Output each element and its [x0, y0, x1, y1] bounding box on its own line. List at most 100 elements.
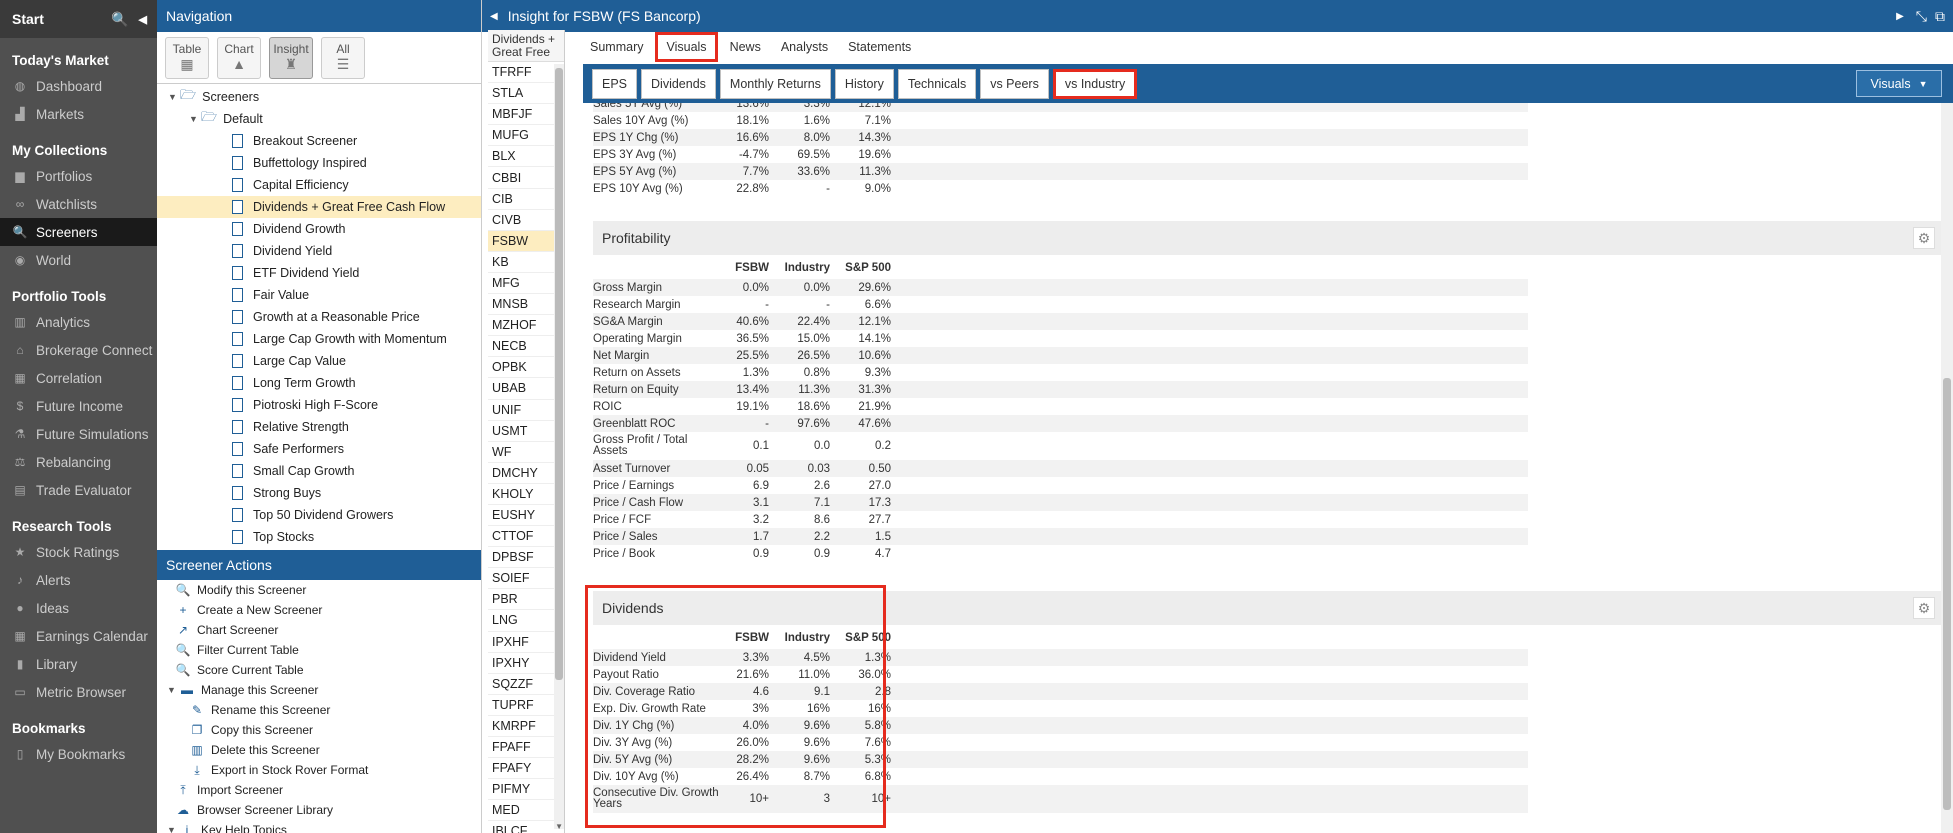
screener-item[interactable]: Safe Performers [157, 438, 481, 460]
screener-item[interactable]: Buffettology Inspired [157, 152, 481, 174]
ticker-row[interactable]: IPXHF [488, 632, 564, 653]
sidebar-item-portfolios[interactable]: ▆ Portfolios [0, 162, 157, 190]
action-import-screener[interactable]: ⤒ Import Screener [157, 780, 481, 800]
ticker-row[interactable]: DMCHY [488, 463, 564, 484]
action-delete-this-screener[interactable]: ▥ Delete this Screener [157, 740, 481, 760]
action-key-help-topics[interactable]: ▼ i Key Help Topics [157, 820, 481, 833]
subtab-monthly-returns[interactable]: Monthly Returns [719, 69, 831, 99]
screener-item[interactable]: Growth at a Reasonable Price [157, 306, 481, 328]
ticker-row[interactable]: UBAB [488, 378, 564, 400]
ticker-row[interactable]: SOIEF [488, 568, 564, 590]
screener-item[interactable]: Long Term Growth [157, 372, 481, 394]
action-modify-this-screener[interactable]: 🔍 Modify this Screener [157, 580, 481, 600]
ticker-row[interactable]: MUFG [488, 125, 564, 147]
sidebar-item-markets[interactable]: ▟ Markets [0, 100, 157, 128]
screener-item[interactable]: Small Cap Growth [157, 460, 481, 482]
sidebar-item-metric-browser[interactable]: ▭ Metric Browser [0, 678, 157, 706]
view-table-button[interactable]: Table ▦ [165, 36, 209, 79]
subtab-eps[interactable]: EPS [592, 69, 638, 99]
view-insight-button[interactable]: Insight ♜ [269, 36, 313, 79]
tab-news[interactable]: News [722, 32, 769, 62]
sidebar-item-future-income[interactable]: $ Future Income [0, 392, 157, 420]
action-copy-this-screener[interactable]: ❐ Copy this Screener [157, 720, 481, 740]
ticker-row[interactable]: STLA [488, 83, 564, 105]
action-rename-this-screener[interactable]: ✎ Rename this Screener [157, 700, 481, 720]
ticker-row[interactable]: IPXHY [488, 653, 564, 674]
screener-item[interactable]: Large Cap Growth with Momentum [157, 328, 481, 350]
sidebar-item-my-bookmarks[interactable]: ▯ My Bookmarks [0, 740, 157, 768]
ticker-row[interactable]: BLX [488, 146, 564, 168]
ticker-row[interactable]: FPAFY [488, 758, 564, 780]
sidebar-item-alerts[interactable]: ♪ Alerts [0, 566, 157, 594]
sidebar-item-library[interactable]: ▮ Library [0, 650, 157, 678]
subtab-technicals[interactable]: Technicals [897, 69, 977, 99]
ticker-row[interactable]: MFG [488, 273, 564, 295]
screener-item[interactable]: Top Stocks [157, 526, 481, 548]
tree-folder-default[interactable]: ▼ 🗁 Default [157, 108, 481, 130]
ticker-row[interactable]: FSBW [488, 230, 564, 252]
screener-item[interactable]: Breakout Screener [157, 130, 481, 152]
action-score-current-table[interactable]: 🔍 Score Current Table [157, 660, 481, 680]
sidebar-item-trade-evaluator[interactable]: ▤ Trade Evaluator [0, 476, 157, 504]
ticker-row[interactable]: WF [488, 442, 564, 463]
screener-item[interactable]: Top 50 Dividend Growers [157, 504, 481, 526]
screener-item[interactable]: Relative Strength [157, 416, 481, 438]
expand-icon[interactable]: ▼ [167, 685, 179, 695]
ticker-scroll-thumb[interactable] [555, 68, 563, 680]
expand-icon[interactable]: ▼ [189, 114, 201, 124]
next-arrow-icon[interactable]: ▶ [1896, 11, 1904, 22]
action-browser-screener-library[interactable]: ☁ Browser Screener Library [157, 800, 481, 820]
sidebar-item-brokerage-connect[interactable]: ⌂ Brokerage Connect [0, 336, 157, 364]
subtab-dividends[interactable]: Dividends [641, 69, 716, 99]
ticker-row[interactable]: TFRFF [488, 62, 564, 84]
tab-summary[interactable]: Summary [582, 32, 651, 62]
action-chart-screener[interactable]: ↗ Chart Screener [157, 620, 481, 640]
subtab-vs-peers[interactable]: vs Peers [980, 69, 1049, 99]
collapse-left-icon[interactable]: ◀ [139, 13, 147, 26]
sidebar-item-dashboard[interactable]: ◍ Dashboard [0, 72, 157, 100]
ticker-row[interactable]: CBBI [488, 167, 564, 189]
ticker-row[interactable]: IBLCF [488, 821, 564, 833]
tree-root[interactable]: ▼ 🗁 Screeners [157, 86, 481, 108]
start-label[interactable]: Start [12, 11, 44, 27]
expand-icon[interactable]: ▼ [168, 92, 180, 102]
visuals-dropdown[interactable]: Visuals ▼ [1856, 70, 1942, 97]
sidebar-item-rebalancing[interactable]: ⚖ Rebalancing [0, 448, 157, 476]
ticker-row[interactable]: KHOLY [488, 484, 564, 505]
screener-item[interactable]: Dividend Yield [157, 240, 481, 262]
sidebar-item-analytics[interactable]: ▥ Analytics [0, 308, 157, 336]
gear-icon[interactable]: ⚙ [1913, 227, 1935, 249]
ticker-row[interactable]: PBR [488, 589, 564, 611]
sidebar-item-earnings-calendar[interactable]: ▦ Earnings Calendar [0, 622, 157, 650]
screener-item[interactable]: Strong Buys [157, 482, 481, 504]
screener-item[interactable]: Capital Efficiency [157, 174, 481, 196]
view-chart-button[interactable]: Chart ▲ [217, 36, 261, 79]
ticker-row[interactable]: PIFMY [488, 779, 564, 801]
screener-item[interactable]: Piotroski High F-Score [157, 394, 481, 416]
ticker-row[interactable]: TUPRF [488, 695, 564, 716]
ticker-row[interactable]: UNIF [488, 400, 564, 421]
ticker-row[interactable]: KB [488, 252, 564, 273]
popout-icon[interactable]: ⧉ [1935, 8, 1945, 25]
tab-statements[interactable]: Statements [840, 32, 919, 62]
ticker-row[interactable]: LNG [488, 610, 564, 632]
ticker-row[interactable]: MNSB [488, 294, 564, 316]
collapse-nav-icon[interactable]: ◀ [490, 11, 498, 22]
subtab-vs-industry[interactable]: vs Industry [1052, 69, 1138, 99]
ticker-row[interactable]: OPBK [488, 357, 564, 379]
ticker-row[interactable]: SQZZF [488, 674, 564, 695]
sidebar-item-future-simulations[interactable]: ⚗ Future Simulations [0, 420, 157, 448]
action-filter-current-table[interactable]: 🔍 Filter Current Table [157, 640, 481, 660]
screener-item[interactable]: Large Cap Value [157, 350, 481, 372]
sidebar-item-stock-ratings[interactable]: ★ Stock Ratings [0, 538, 157, 566]
ticker-row[interactable]: MBFJF [488, 104, 564, 126]
view-all-button[interactable]: All ☰ [321, 36, 365, 79]
ticker-row[interactable]: EUSHY [488, 505, 564, 527]
ticker-row[interactable]: CTTOF [488, 526, 564, 548]
action-manage-this-screener[interactable]: ▼ ▬ Manage this Screener [157, 680, 481, 700]
screener-item[interactable]: ETF Dividend Yield [157, 262, 481, 284]
scroll-down-icon[interactable]: ▼ [555, 822, 563, 831]
expand-icon[interactable]: ▼ [167, 825, 179, 833]
ticker-row[interactable]: FPAFF [488, 737, 564, 759]
sidebar-item-screeners[interactable]: 🔍 Screeners [0, 218, 157, 246]
